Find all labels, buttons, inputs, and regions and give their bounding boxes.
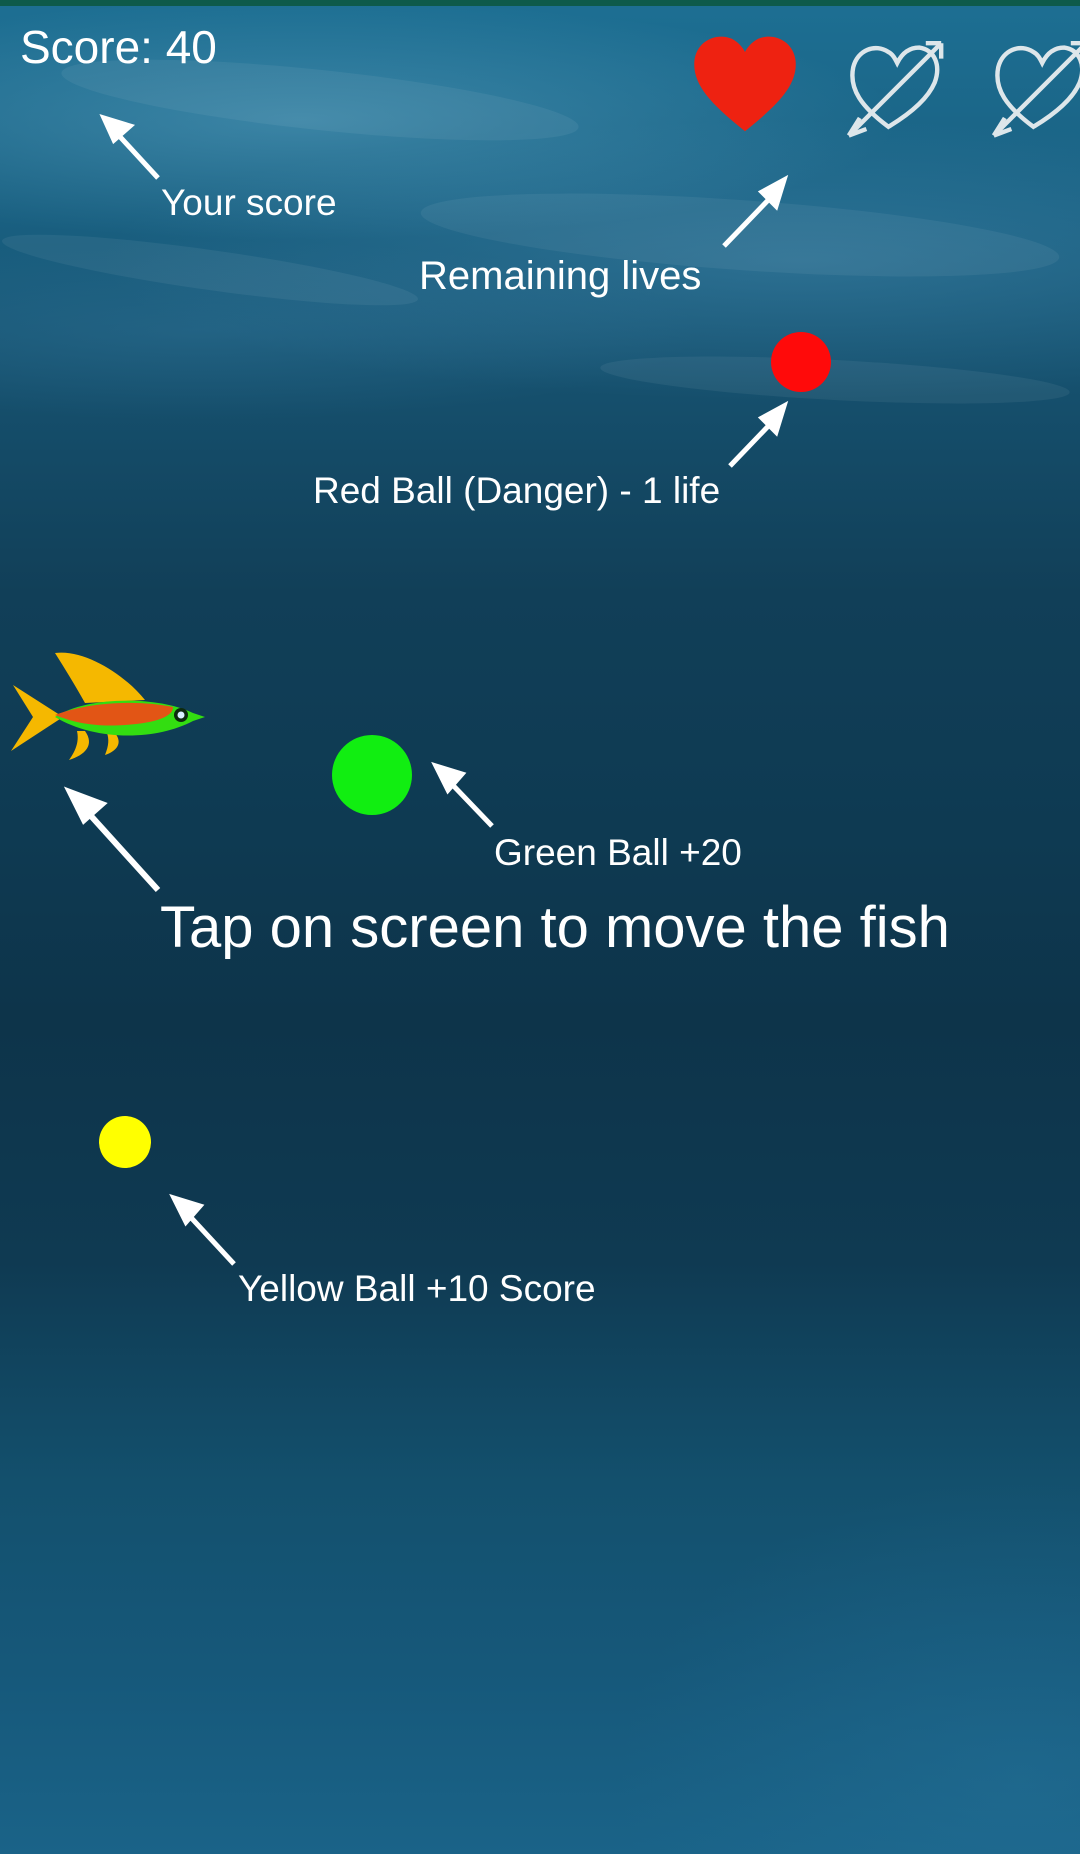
game-screen[interactable]: Score: 40 Your score Remaining lives Red… [0,0,1080,1854]
arrow-icon [431,761,494,828]
heart-arrow-outline-icon [991,41,1080,138]
arrow-icon [169,1193,236,1266]
lives-indicator [690,30,1080,140]
status-strip [0,0,1080,6]
green-ball [332,735,412,815]
heart-arrow-outline-icon [846,41,944,138]
arrow-icon [99,113,160,180]
arrow-icon [63,786,161,893]
lives-annotation: Remaining lives [419,254,702,298]
score-annotation: Your score [161,182,337,223]
red-ball-annotation: Red Ball (Danger) - 1 life [313,470,721,511]
wave-decoration [599,347,1071,413]
score-display: Score: 40 [20,21,217,73]
fish-icon [11,652,205,760]
wave-decoration [0,220,421,320]
instruction-text: Tap on screen to move the fish [160,895,950,960]
green-ball-annotation: Green Ball +20 [494,832,742,873]
yellow-ball [99,1116,151,1168]
red-ball [771,332,831,392]
yellow-ball-annotation: Yellow Ball +10 Score [238,1268,596,1309]
arrow-icon [728,400,789,468]
heart-icon [694,36,796,132]
